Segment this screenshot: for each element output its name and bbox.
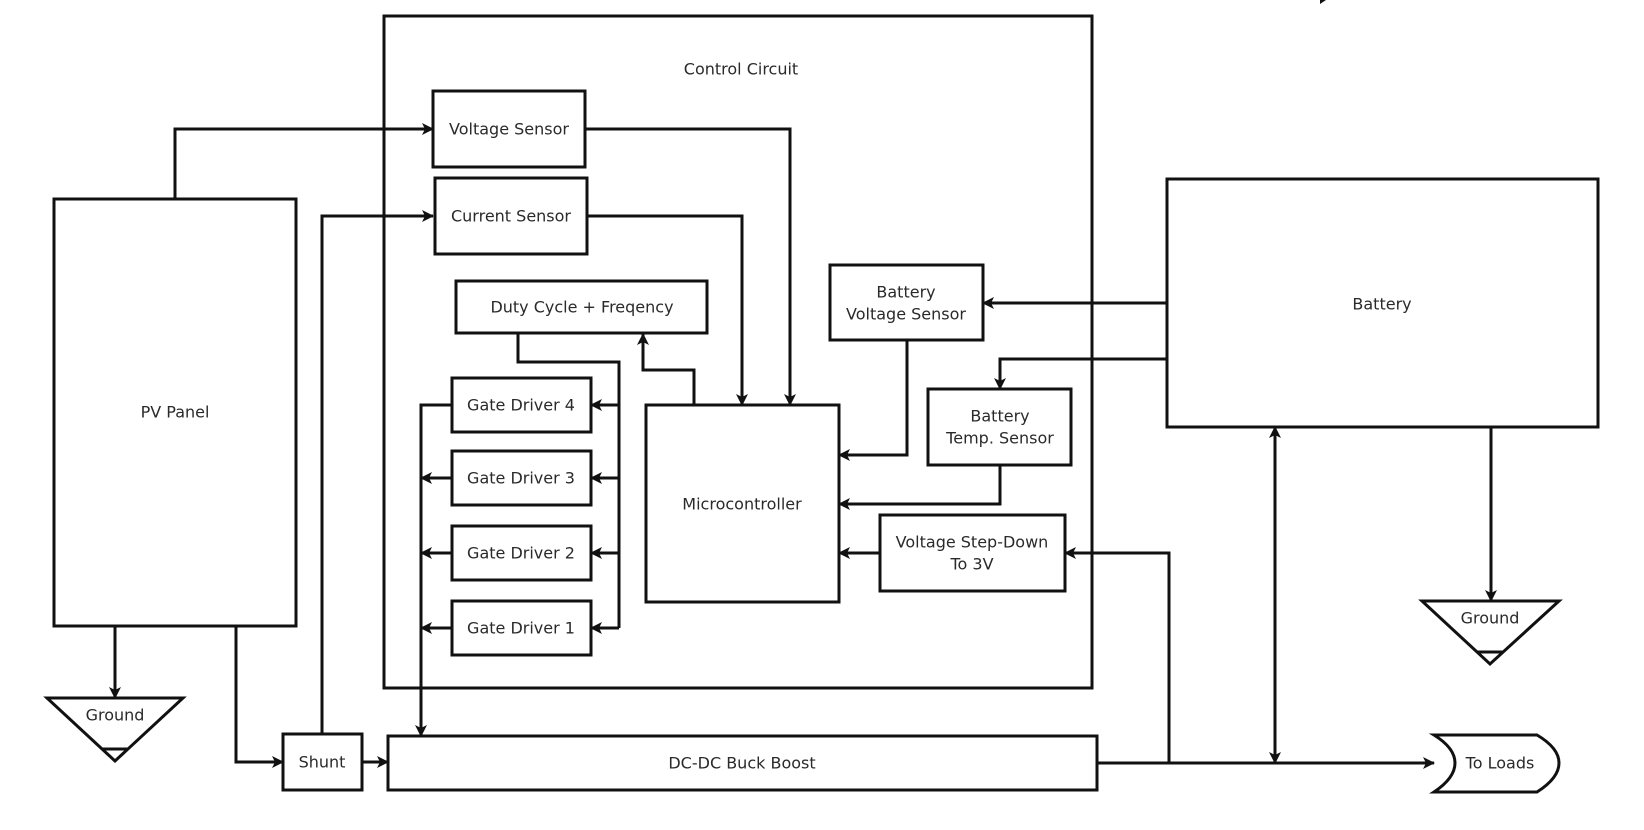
wire-pv-to-shunt	[234, 626, 284, 768]
gate-driver-2-block: Gate Driver 2	[450, 524, 593, 582]
duty-cycle-block: Duty Cycle + Freqency	[454, 279, 709, 335]
shunt-block: Shunt	[281, 732, 364, 792]
battery-temp-sensor-block: Battery Temp. Sensor	[926, 387, 1073, 467]
voltage-step-down-label-line1: Voltage Step-Down	[896, 533, 1049, 552]
battery-temp-sensor-label-line2: Temp. Sensor	[945, 429, 1054, 448]
battery-voltage-sensor-label-line2: Voltage Sensor	[846, 305, 966, 324]
wire-battery-to-temp	[994, 357, 1167, 390]
microcontroller-block: Microcontroller	[644, 403, 841, 604]
battery-temp-sensor-label-line1: Battery	[970, 407, 1029, 426]
gate-driver-3-label: Gate Driver 3	[467, 469, 575, 488]
battery-block: Battery	[1165, 177, 1600, 429]
battery-voltage-sensor-label-line1: Battery	[876, 283, 935, 302]
voltage-step-down-label-line2: To 3V	[949, 555, 993, 574]
gate-driver-1-label: Gate Driver 1	[467, 619, 575, 638]
to-loads-label: To Loads	[1465, 754, 1535, 773]
block-diagram: Control Circuit PV Panel Voltage Sensor …	[43, 0, 1600, 794]
current-sensor-label: Current Sensor	[451, 207, 571, 226]
wire-shunt-to-current-sensor	[320, 210, 434, 734]
gate-driver-4-block: Gate Driver 4	[450, 376, 593, 434]
gate-driver-1-block: Gate Driver 1	[450, 599, 593, 657]
ground-right-label: Ground	[1461, 609, 1520, 628]
voltage-sensor-label: Voltage Sensor	[449, 120, 569, 139]
ground-left-label: Ground	[86, 706, 145, 725]
battery-voltage-sensor-block: Battery Voltage Sensor	[828, 263, 985, 342]
duty-cycle-label: Duty Cycle + Freqency	[490, 298, 673, 317]
wire-pv-to-voltage-sensor	[173, 123, 434, 199]
battery-label: Battery	[1352, 295, 1411, 314]
gate-driver-2-label: Gate Driver 2	[467, 544, 575, 563]
wire-temp-to-mcu	[838, 465, 1002, 510]
gate-driver-4-label: Gate Driver 4	[467, 396, 575, 415]
shunt-label: Shunt	[299, 753, 346, 772]
pv-panel-label: PV Panel	[141, 403, 210, 422]
ground-right-symbol: Ground	[1418, 599, 1563, 667]
current-sensor-block: Current Sensor	[433, 176, 589, 256]
dc-dc-buck-boost-label: DC-DC Buck Boost	[668, 754, 815, 773]
dc-dc-buck-boost-block: DC-DC Buck Boost	[386, 734, 1099, 792]
wire-bvs-to-mcu	[838, 340, 909, 461]
to-loads-terminal: To Loads	[1428, 733, 1561, 794]
wire-bus-to-stepdown	[1064, 547, 1171, 763]
voltage-step-down-block: Voltage Step-Down To 3V	[878, 513, 1067, 593]
wire-mcu-to-duty-cycle	[637, 333, 696, 405]
pv-panel-block: PV Panel	[52, 197, 298, 628]
edge-artifact	[1320, 0, 1326, 4]
ground-left-symbol: Ground	[43, 696, 187, 764]
microcontroller-label: Microcontroller	[682, 495, 802, 514]
control-circuit-label: Control Circuit	[684, 60, 798, 79]
voltage-sensor-block: Voltage Sensor	[431, 89, 587, 169]
wire-voltage-sensor-to-mcu	[585, 127, 796, 406]
gate-driver-3-block: Gate Driver 3	[450, 449, 593, 507]
wire-gd-to-dcdc	[415, 403, 452, 737]
